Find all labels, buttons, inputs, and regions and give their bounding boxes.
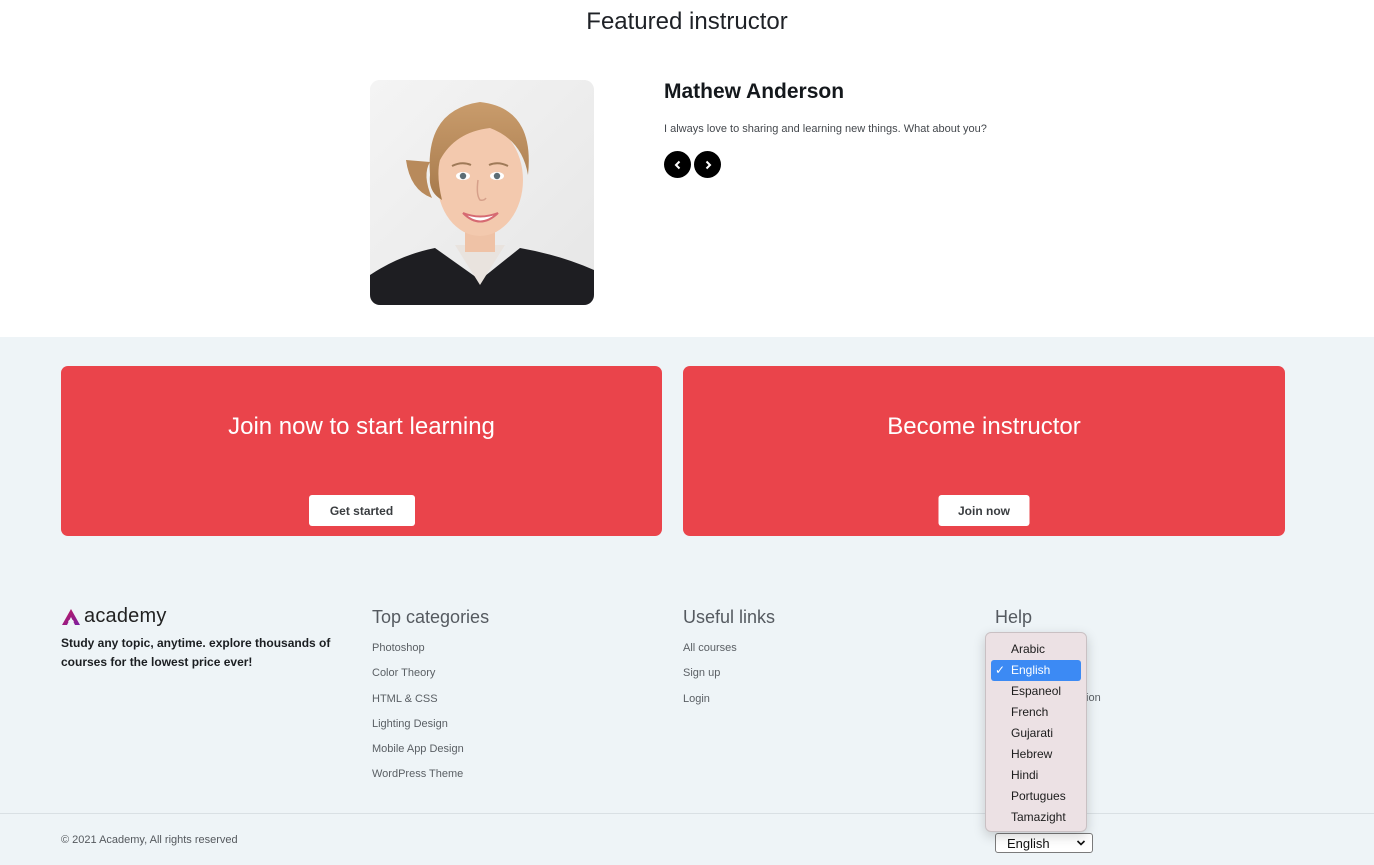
language-option-tamazight[interactable]: Tamazight (991, 807, 1081, 828)
option-label: Hebrew (1011, 747, 1053, 761)
language-dropdown-menu: Arabic ✓ English Espaneol French Gujarati… (985, 632, 1087, 832)
chevron-left-icon (674, 160, 680, 169)
language-option-hebrew[interactable]: Hebrew (991, 744, 1081, 765)
category-link[interactable]: HTML & CSS (372, 692, 464, 717)
join-learning-card: Join now to start learning Get started (61, 366, 662, 536)
language-option-arabic[interactable]: Arabic (991, 639, 1081, 660)
brand-name: academy (84, 605, 167, 627)
become-instructor-card: Become instructor Join now (683, 366, 1285, 536)
option-label: French (1011, 705, 1049, 719)
top-categories-title: Top categories (372, 607, 490, 627)
next-instructor-button[interactable] (694, 151, 721, 178)
cta-heading: Become instructor (887, 413, 1081, 440)
option-label: Gujarati (1011, 726, 1054, 740)
option-label: English (1011, 663, 1051, 677)
option-label: Portugues (1011, 789, 1066, 803)
language-select-value: English (1007, 835, 1050, 851)
language-option-espaneol[interactable]: Espaneol (991, 681, 1081, 702)
option-label: Espaneol (1011, 684, 1062, 698)
useful-links-title: Useful links (683, 607, 776, 627)
option-label: Arabic (1011, 642, 1046, 656)
language-option-english[interactable]: ✓ English (991, 660, 1081, 681)
footer-tagline: Study any topic, anytime. explore thousa… (61, 636, 331, 669)
instructor-photo (370, 80, 594, 305)
option-label: Tamazight (1011, 810, 1066, 824)
language-option-french[interactable]: French (991, 702, 1081, 723)
checkmark-icon: ✓ (995, 663, 1006, 677)
language-option-portugues[interactable]: Portugues (991, 786, 1081, 807)
top-categories-list: Photoshop Color Theory HTML & CSS Lighti… (372, 641, 464, 793)
section-title: Featured instructor (586, 8, 788, 35)
academy-logo-icon (62, 608, 80, 625)
language-select[interactable]: English (995, 833, 1093, 853)
category-link[interactable]: Lighting Design (372, 717, 464, 742)
category-link[interactable]: Color Theory (372, 666, 464, 691)
help-title: Help (995, 607, 1033, 627)
useful-links-list: All courses Sign up Login (683, 641, 737, 717)
footer-section: Join now to start learning Get started B… (0, 337, 1374, 865)
sign-up-link[interactable]: Sign up (683, 666, 737, 691)
footer-divider (0, 813, 1374, 814)
category-link[interactable]: WordPress Theme (372, 767, 464, 792)
language-option-hindi[interactable]: Hindi (991, 765, 1081, 786)
featured-instructor-section: Featured instructor Mathew Anderson I al… (0, 0, 1374, 337)
join-now-button[interactable]: Join now (938, 495, 1030, 526)
chevron-right-icon (705, 160, 711, 169)
get-started-button[interactable]: Get started (308, 495, 415, 526)
category-link[interactable]: Photoshop (372, 641, 464, 666)
cta-heading: Join now to start learning (228, 413, 495, 440)
language-option-gujarati[interactable]: Gujarati (991, 723, 1081, 744)
instructor-bio: I always love to sharing and learning ne… (664, 123, 987, 135)
copyright-text: © 2021 Academy, All rights reserved (61, 834, 238, 846)
all-courses-link[interactable]: All courses (683, 641, 737, 666)
chevron-down-icon (1076, 840, 1086, 846)
login-link[interactable]: Login (683, 692, 737, 717)
brand-logo[interactable]: academy (61, 605, 167, 628)
previous-instructor-button[interactable] (664, 151, 691, 178)
category-link[interactable]: Mobile App Design (372, 742, 464, 767)
option-label: Hindi (1011, 768, 1039, 782)
instructor-name: Mathew Anderson (664, 80, 845, 103)
